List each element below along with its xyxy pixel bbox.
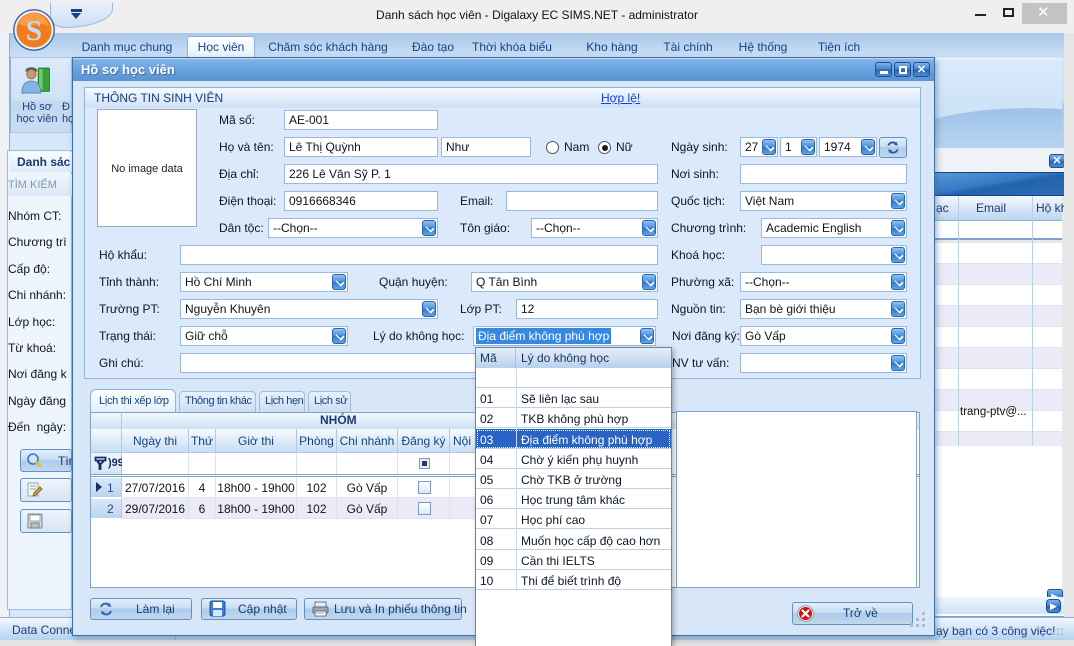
- svg-text:S: S: [26, 15, 42, 47]
